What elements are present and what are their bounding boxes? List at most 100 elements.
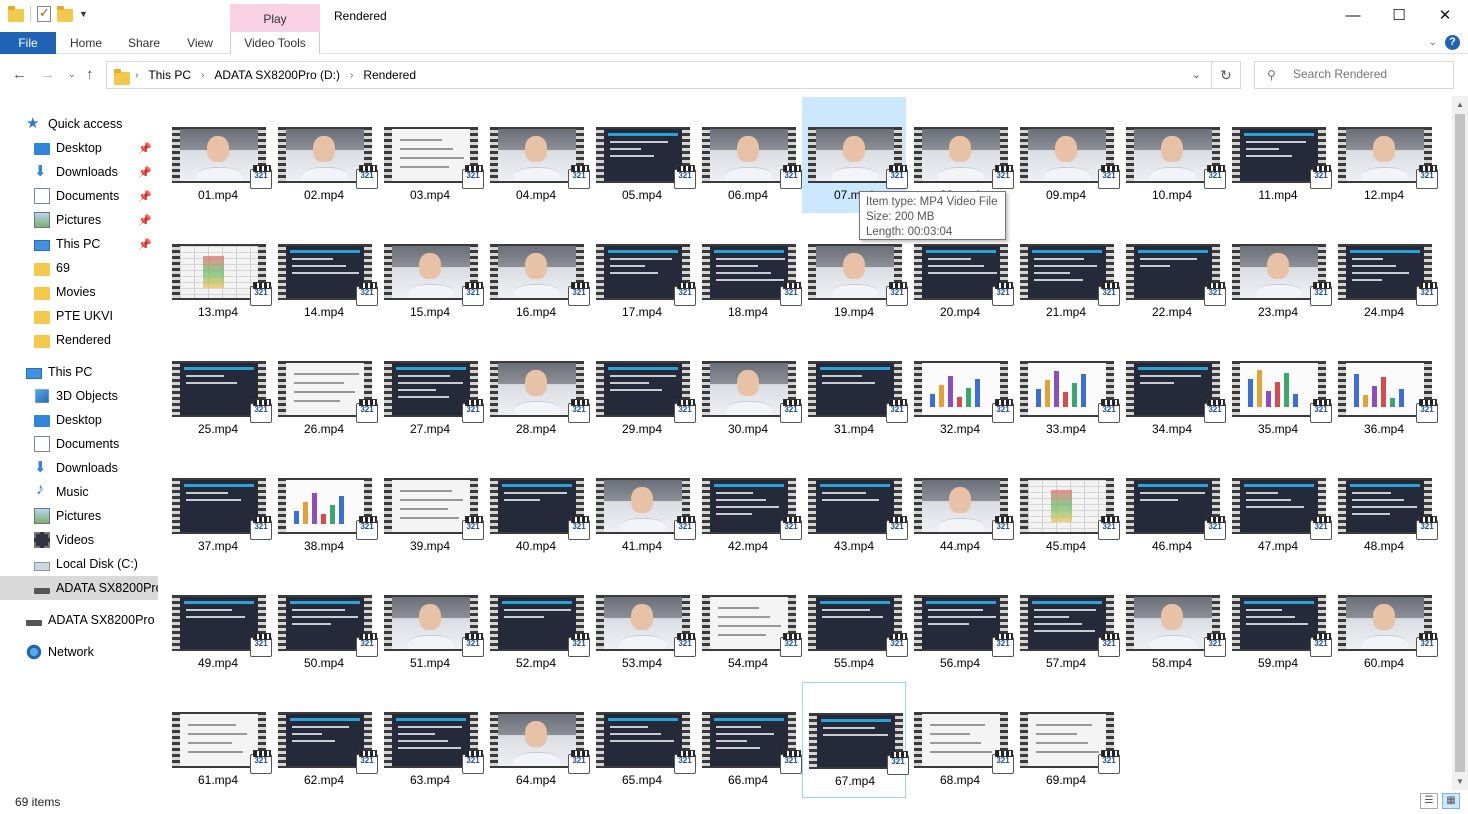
file-item[interactable]: 321 69.mp4 bbox=[1014, 682, 1120, 798]
nav-qa-pictures[interactable]: Pictures 📌 bbox=[0, 208, 158, 232]
search-box[interactable]: ⚲ bbox=[1254, 61, 1454, 89]
file-item[interactable]: 321 50.mp4 bbox=[272, 565, 378, 681]
new-folder-icon[interactable] bbox=[57, 5, 73, 22]
file-item[interactable]: 321 30.mp4 bbox=[696, 331, 802, 447]
file-item[interactable]: 321 04.mp4 bbox=[484, 97, 590, 213]
file-item[interactable]: 321 31.mp4 bbox=[802, 331, 908, 447]
file-item[interactable]: 321 48.mp4 bbox=[1332, 448, 1438, 564]
nav-qa-downloads[interactable]: Downloads 📌 bbox=[0, 160, 158, 184]
file-item[interactable]: 321 56.mp4 bbox=[908, 565, 1014, 681]
recent-locations-icon[interactable]: ⌄ bbox=[68, 69, 76, 80]
nav-this-pc[interactable]: This PC bbox=[0, 360, 158, 384]
chevron-right-icon[interactable]: › bbox=[350, 70, 353, 81]
file-item[interactable]: 321 58.mp4 bbox=[1120, 565, 1226, 681]
nav-local-disk[interactable]: Local Disk (C:) bbox=[0, 552, 158, 576]
file-item[interactable]: 321 65.mp4 bbox=[590, 682, 696, 798]
file-item[interactable]: 321 53.mp4 bbox=[590, 565, 696, 681]
file-item[interactable]: 321 46.mp4 bbox=[1120, 448, 1226, 564]
nav-qa-69[interactable]: 69 bbox=[0, 256, 158, 280]
file-item[interactable]: 321 59.mp4 bbox=[1226, 565, 1332, 681]
file-item[interactable]: 321 64.mp4 bbox=[484, 682, 590, 798]
nav-adata-drive-selected[interactable]: ADATA SX8200Pro (I bbox=[0, 576, 158, 600]
nav-qa-desktop[interactable]: Desktop 📌 bbox=[0, 136, 158, 160]
maximize-button[interactable]: ☐ bbox=[1376, 0, 1422, 30]
customize-qat-icon[interactable]: ▼ bbox=[79, 9, 88, 19]
nav-qa-movies[interactable]: Movies bbox=[0, 280, 158, 304]
forward-icon[interactable]: → bbox=[40, 66, 55, 83]
help-icon[interactable]: ? bbox=[1445, 35, 1460, 50]
file-item[interactable]: 321 15.mp4 bbox=[378, 214, 484, 330]
file-item[interactable]: 321 43.mp4 bbox=[802, 448, 908, 564]
file-item[interactable]: 321 29.mp4 bbox=[590, 331, 696, 447]
scroll-down-icon[interactable]: ▼ bbox=[1456, 777, 1464, 786]
file-item[interactable]: 321 39.mp4 bbox=[378, 448, 484, 564]
nav-qa-documents[interactable]: Documents 📌 bbox=[0, 184, 158, 208]
search-input[interactable] bbox=[1293, 67, 1443, 81]
file-item[interactable]: 321 21.mp4 bbox=[1014, 214, 1120, 330]
close-button[interactable]: ✕ bbox=[1422, 0, 1468, 30]
file-item[interactable]: 321 38.mp4 bbox=[272, 448, 378, 564]
file-item[interactable]: 321 22.mp4 bbox=[1120, 214, 1226, 330]
file-item[interactable]: 321 44.mp4 bbox=[908, 448, 1014, 564]
file-item[interactable]: 321 11.mp4 bbox=[1226, 97, 1332, 213]
address-dropdown-icon[interactable]: ⌄ bbox=[1192, 68, 1201, 81]
nav-documents[interactable]: Documents bbox=[0, 432, 158, 456]
nav-adata-drive[interactable]: ADATA SX8200Pro (D: bbox=[0, 608, 158, 632]
nav-music[interactable]: Music bbox=[0, 480, 158, 504]
file-item[interactable]: 321 40.mp4 bbox=[484, 448, 590, 564]
file-item[interactable]: 321 33.mp4 bbox=[1014, 331, 1120, 447]
nav-quick-access[interactable]: Quick access bbox=[0, 112, 158, 136]
file-item[interactable]: 321 23.mp4 bbox=[1226, 214, 1332, 330]
chevron-right-icon[interactable]: › bbox=[201, 70, 204, 81]
pin-icon[interactable]: 📌 bbox=[138, 214, 152, 227]
file-item[interactable]: 321 37.mp4 bbox=[166, 448, 272, 564]
file-item[interactable]: 321 60.mp4 bbox=[1332, 565, 1438, 681]
details-view-icon[interactable]: ☰ bbox=[1420, 793, 1438, 809]
file-item[interactable]: 321 68.mp4 bbox=[908, 682, 1014, 798]
file-item[interactable]: 321 41.mp4 bbox=[590, 448, 696, 564]
file-item[interactable]: 321 03.mp4 bbox=[378, 97, 484, 213]
file-item[interactable]: 321 35.mp4 bbox=[1226, 331, 1332, 447]
file-item[interactable]: 321 42.mp4 bbox=[696, 448, 802, 564]
tab-video-tools[interactable]: Video Tools bbox=[230, 32, 320, 54]
file-item[interactable]: 321 13.mp4 bbox=[166, 214, 272, 330]
pin-icon[interactable]: 📌 bbox=[138, 166, 152, 179]
nav-3d-objects[interactable]: 3D Objects bbox=[0, 384, 158, 408]
file-item[interactable]: 321 51.mp4 bbox=[378, 565, 484, 681]
properties-icon[interactable] bbox=[37, 5, 51, 22]
address-bar[interactable]: › This PC › ADATA SX8200Pro (D:) › Rende… bbox=[106, 61, 1212, 89]
tab-share[interactable]: Share bbox=[116, 32, 172, 54]
file-item[interactable]: 321 14.mp4 bbox=[272, 214, 378, 330]
file-item[interactable]: 321 09.mp4 bbox=[1014, 97, 1120, 213]
file-item[interactable]: 321 45.mp4 bbox=[1014, 448, 1120, 564]
file-item[interactable]: 321 36.mp4 bbox=[1332, 331, 1438, 447]
back-icon[interactable]: ← bbox=[12, 66, 27, 83]
file-item[interactable]: 321 54.mp4 bbox=[696, 565, 802, 681]
file-item[interactable]: 321 55.mp4 bbox=[802, 565, 908, 681]
nav-pictures[interactable]: Pictures bbox=[0, 504, 158, 528]
file-item[interactable]: 321 63.mp4 bbox=[378, 682, 484, 798]
nav-downloads[interactable]: Downloads bbox=[0, 456, 158, 480]
vertical-scrollbar[interactable]: ▲ ▼ bbox=[1452, 96, 1468, 790]
file-item[interactable]: 321 24.mp4 bbox=[1332, 214, 1438, 330]
file-item[interactable]: 321 12.mp4 bbox=[1332, 97, 1438, 213]
nav-qa-this-pc[interactable]: This PC 📌 bbox=[0, 232, 158, 256]
file-item[interactable]: 321 01.mp4 bbox=[166, 97, 272, 213]
file-item[interactable]: 321 27.mp4 bbox=[378, 331, 484, 447]
large-icons-view-icon[interactable]: ▦ bbox=[1442, 793, 1460, 809]
file-item[interactable]: 321 25.mp4 bbox=[166, 331, 272, 447]
file-item[interactable]: 321 10.mp4 bbox=[1120, 97, 1226, 213]
file-item[interactable]: 321 18.mp4 bbox=[696, 214, 802, 330]
nav-qa-rendered[interactable]: Rendered bbox=[0, 328, 158, 352]
pin-icon[interactable]: 📌 bbox=[138, 238, 152, 251]
minimize-button[interactable]: — bbox=[1330, 0, 1376, 30]
nav-videos[interactable]: Videos bbox=[0, 528, 158, 552]
up-icon[interactable]: ↑ bbox=[86, 66, 94, 83]
file-item[interactable]: 321 02.mp4 bbox=[272, 97, 378, 213]
breadcrumb-this-pc[interactable]: This PC bbox=[148, 68, 191, 82]
expand-ribbon-icon[interactable]: ⌄ bbox=[1429, 37, 1437, 48]
file-item[interactable]: 321 28.mp4 bbox=[484, 331, 590, 447]
file-item[interactable]: 321 17.mp4 bbox=[590, 214, 696, 330]
nav-desktop[interactable]: Desktop bbox=[0, 408, 158, 432]
pin-icon[interactable]: 📌 bbox=[138, 190, 152, 203]
